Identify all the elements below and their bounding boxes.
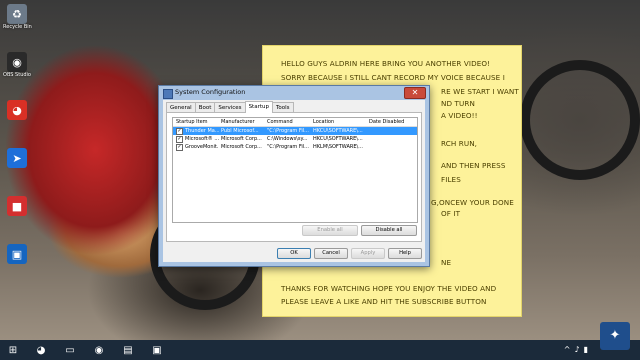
sticky-note-line: G,ONCEW YOUR DONE xyxy=(431,198,514,207)
desktop-shortcut[interactable]: ♻ Recycle Bin xyxy=(3,4,32,30)
sticky-note-line: RCH RUN, xyxy=(441,139,478,148)
cell-location: HKLM\SOFTWARE\... xyxy=(313,144,363,150)
cell-command: "C:\Program Fil... xyxy=(267,144,309,150)
msconfig-icon xyxy=(163,89,173,99)
taskbar-chrome-icon[interactable]: ◕ xyxy=(30,342,52,358)
table-row[interactable]: ✓ Microsoft® ... Microsoft Corp... C:\Windo… xyxy=(173,135,417,143)
column-header[interactable]: Date Disabled xyxy=(369,118,415,126)
taskbar-obs-icon[interactable]: ◉ xyxy=(88,342,110,358)
desktop-shortcut-label: Recycle Bin xyxy=(3,24,32,30)
cell-location: HKCU\SOFTWARE\... xyxy=(313,128,363,134)
sticky-note-line: FILES xyxy=(441,175,461,184)
recycle-bin-icon: ♻ xyxy=(7,4,27,24)
cancel-button[interactable]: Cancel xyxy=(314,248,348,259)
start-button[interactable]: ⊞ xyxy=(2,342,24,358)
sticky-note-line: RE WE START I WANT xyxy=(441,87,519,96)
list-header: Startup Item Manufacturer Command Locati… xyxy=(173,118,417,127)
taskbar-sticky-notes-icon[interactable]: ▤ xyxy=(117,342,139,358)
sticky-note-line: PLEASE LEAVE A LIKE AND HIT THE SUBSCRIB… xyxy=(281,297,487,306)
battery-icon[interactable]: ▮ xyxy=(584,345,588,354)
sticky-note-line: A VIDEO!! xyxy=(441,111,478,120)
desktop-shortcut[interactable]: ◉ OBS Studio xyxy=(3,52,31,78)
cell-manufacturer: Microsoft Corp... xyxy=(221,144,262,150)
film-icon: ▣ xyxy=(7,244,27,264)
obs-studio-icon: ◉ xyxy=(7,52,27,72)
sticky-note-line: ND TURN xyxy=(441,99,475,108)
channel-logo-watermark: ✦ xyxy=(600,322,630,350)
startup-item-checkbox[interactable]: ✓ xyxy=(176,128,183,135)
taskbar-msconfig-icon[interactable]: ▣ xyxy=(146,342,168,358)
taskbar-explorer-icon[interactable]: ▭ xyxy=(59,342,81,358)
app-red-icon: ■ xyxy=(7,196,27,216)
table-row[interactable]: ✓ GrooveMonit... Microsoft Corp... "C:\Prog… xyxy=(173,143,417,151)
column-header[interactable]: Startup Item xyxy=(176,118,218,126)
cell-manufacturer: Publ Microsof... xyxy=(221,128,259,134)
column-header[interactable]: Command xyxy=(267,118,309,126)
desktop-shortcut-label: OBS Studio xyxy=(3,72,31,78)
startup-item-checkbox[interactable]: ✓ xyxy=(176,144,183,151)
window-title: System Configuration xyxy=(175,88,246,96)
cell-manufacturer: Microsoft Corp... xyxy=(221,136,262,142)
desktop-shortcut[interactable]: ■ xyxy=(3,196,31,216)
startup-item-checkbox[interactable]: ✓ xyxy=(176,136,183,143)
chrome-icon: ◕ xyxy=(7,100,27,120)
help-button[interactable]: Help xyxy=(388,248,422,259)
disable-all-button[interactable]: Disable all xyxy=(361,225,417,236)
cell-item: Thunder Ma... xyxy=(185,128,219,134)
desktop-shortcut[interactable]: ➤ xyxy=(3,148,31,168)
window-titlebar[interactable]: System Configuration ✕ xyxy=(159,86,429,100)
sticky-note-line: THANKS FOR WATCHING HOPE YOU ENJOY THE V… xyxy=(281,284,497,293)
sticky-note-line: OF IT xyxy=(441,209,461,218)
sticky-note-line: SORRY BECAUSE I STILL CANT RECORD MY VOI… xyxy=(281,73,505,82)
cell-item: Microsoft® ... xyxy=(185,136,219,142)
taskbar: ⊞ ◕ ▭ ◉ ▤ ▣ ^ ♪ ▮ xyxy=(0,340,640,360)
app-blue-icon: ➤ xyxy=(7,148,27,168)
enable-all-button[interactable]: Enable all xyxy=(302,225,358,236)
column-header[interactable]: Location xyxy=(313,118,363,126)
cell-command: "C:\Program Fil... xyxy=(267,128,309,134)
wallpaper-wheel xyxy=(520,60,640,180)
sticky-note-line: NE xyxy=(441,258,452,267)
apply-button[interactable]: Apply xyxy=(351,248,385,259)
table-row[interactable]: ✓ Thunder Ma... Publ Microsof... "C:\Progra… xyxy=(173,127,417,135)
tray-expand-icon[interactable]: ^ xyxy=(564,345,571,354)
cell-command: C:\Windows\sy... xyxy=(267,136,308,142)
desktop-shortcut[interactable]: ◕ xyxy=(3,100,31,120)
sticky-note-line: HELLO GUYS ALDRIN HERE BRING YOU ANOTHER… xyxy=(281,59,491,68)
system-configuration-window: System Configuration ✕ General Boot Servic… xyxy=(158,85,430,267)
desktop-shortcut[interactable]: ▣ xyxy=(3,244,31,264)
cell-item: GrooveMonit... xyxy=(185,144,219,150)
startup-list[interactable]: Startup Item Manufacturer Command Locati… xyxy=(172,117,418,223)
column-header[interactable]: Manufacturer xyxy=(221,118,263,126)
tab-startup[interactable]: Startup xyxy=(244,101,273,113)
cell-location: HKCU\SOFTWARE\... xyxy=(313,136,363,142)
window-body: General Boot Services Startup Tools Startup … xyxy=(163,100,425,262)
system-tray: ^ ♪ ▮ xyxy=(560,345,588,354)
volume-icon[interactable]: ♪ xyxy=(574,345,579,354)
close-button[interactable]: ✕ xyxy=(404,87,426,99)
startup-panel: Startup Item Manufacturer Command Locati… xyxy=(166,112,422,242)
ok-button[interactable]: OK xyxy=(277,248,311,259)
sticky-note-line: AND THEN PRESS xyxy=(441,161,506,170)
